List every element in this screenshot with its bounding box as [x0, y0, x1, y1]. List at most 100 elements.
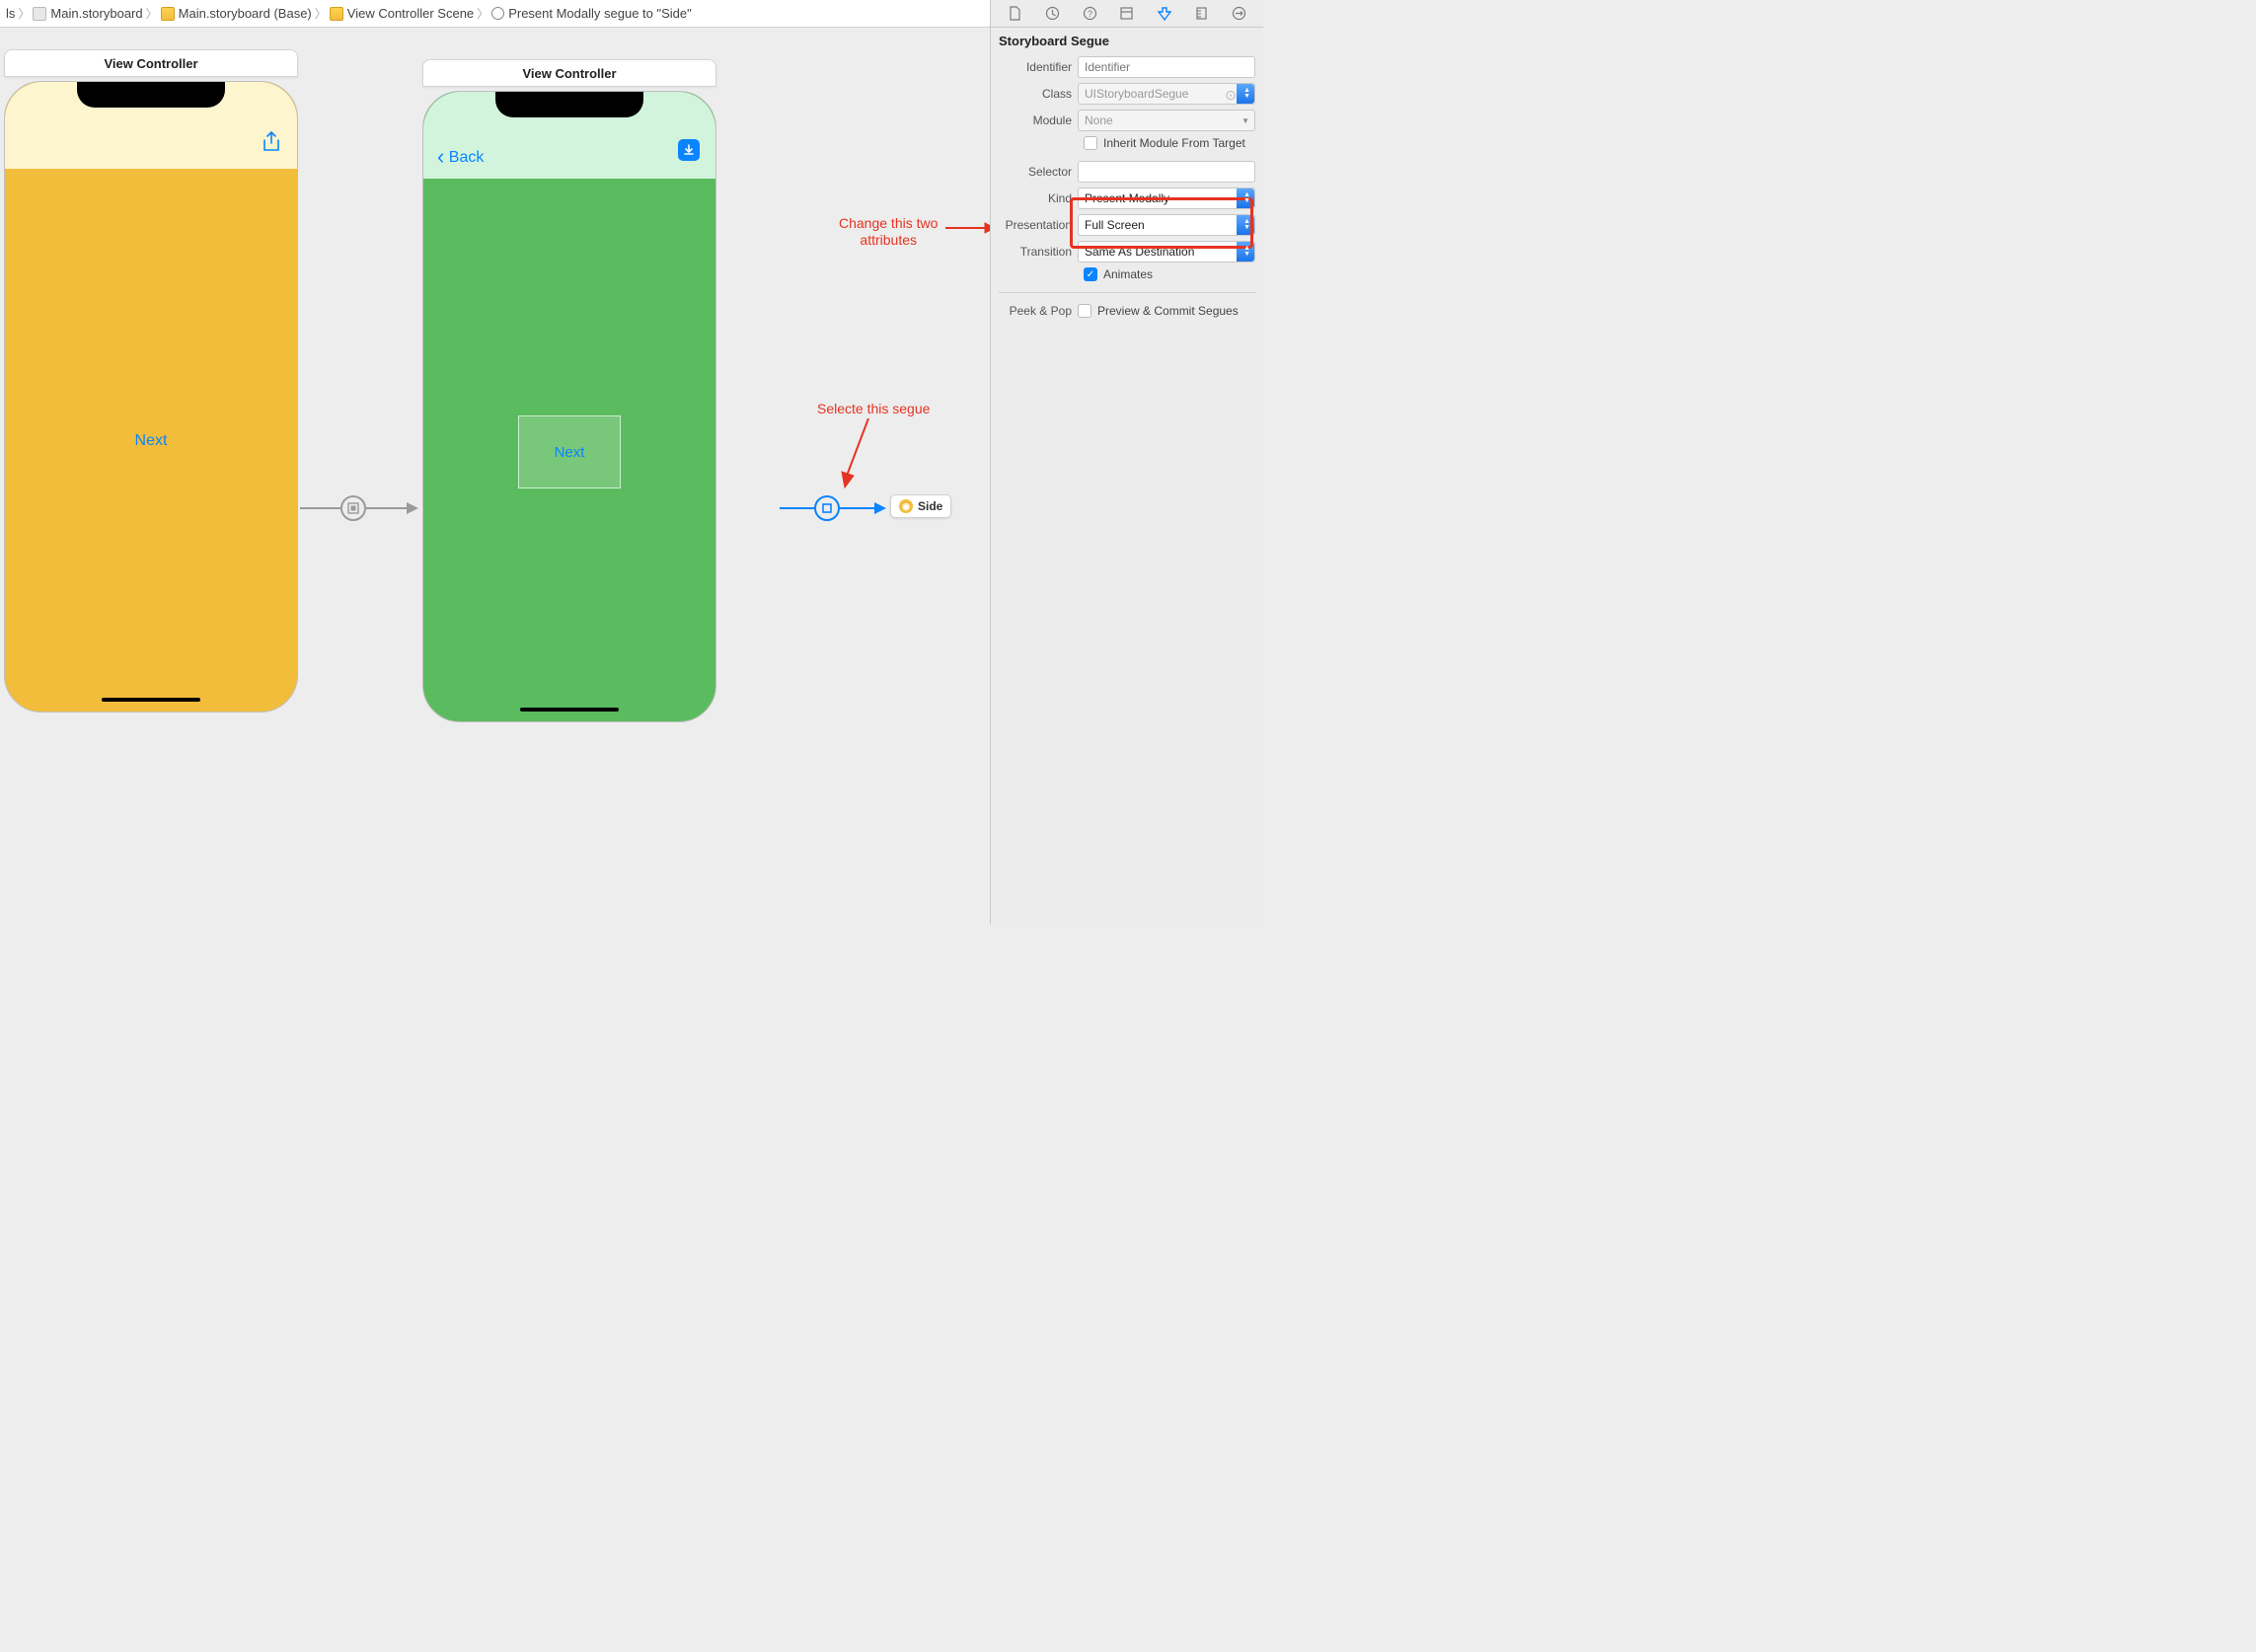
chevron-right-icon: 〉 [477, 5, 489, 22]
next-button[interactable]: Next [135, 432, 168, 450]
share-icon[interactable] [262, 131, 281, 159]
segue-kind-icon [814, 495, 840, 521]
kind-row: Kind Present Modally ▲▼ [999, 188, 1255, 209]
module-row: Module None ▼ [999, 110, 1255, 131]
scene-view-controller-2[interactable]: View Controller ‹ Back Next [422, 59, 716, 722]
checkbox-icon[interactable] [1078, 304, 1091, 318]
crumb-label: ls [6, 6, 15, 21]
presentation-dropdown[interactable]: Full Screen ▲▼ [1078, 214, 1255, 236]
arrowhead-icon [407, 502, 418, 514]
breadcrumb-item[interactable]: Main.storyboard [33, 6, 142, 21]
size-inspector-tab-icon[interactable] [1192, 5, 1210, 23]
class-row: Class UIStoryboardSegue ⊙ ▲▼ [999, 83, 1255, 105]
identifier-field[interactable] [1078, 56, 1255, 78]
animates-label: Animates [1103, 267, 1153, 281]
selector-field[interactable] [1078, 161, 1255, 183]
selector-row: Selector [999, 161, 1255, 183]
transition-dropdown[interactable]: Same As Destination ▲▼ [1078, 241, 1255, 263]
transition-value: Same As Destination [1085, 245, 1194, 259]
svg-text:?: ? [1088, 9, 1092, 19]
segue-kind-icon [340, 495, 366, 521]
scene-title[interactable]: View Controller [4, 49, 298, 77]
peekpop-label: Peek & Pop [999, 304, 1072, 318]
inspector-tabs: ? [991, 0, 1263, 28]
next-label: Next [555, 444, 585, 461]
checkbox-icon[interactable] [1084, 267, 1097, 281]
connections-inspector-tab-icon[interactable] [1230, 5, 1247, 23]
notch [495, 92, 643, 117]
annotation-arrow-icon [839, 418, 878, 489]
back-label: Back [449, 149, 485, 166]
back-button[interactable]: ‹ Back [437, 144, 484, 170]
annotation-select-segue: Selecte this segue [817, 401, 930, 417]
kind-value: Present Modally [1085, 191, 1169, 205]
breadcrumb-item[interactable]: View Controller Scene [330, 6, 474, 21]
module-label: Module [999, 113, 1072, 127]
segue-arrow-1[interactable] [300, 495, 418, 521]
class-field[interactable]: UIStoryboardSegue ⊙ ▲▼ [1078, 83, 1255, 105]
identifier-input[interactable] [1085, 60, 1248, 74]
section-title: Storyboard Segue [991, 28, 1263, 52]
inspector-panel: ? Storyboard Segue Identifier Class UISt… [990, 0, 1263, 925]
presentation-label: Presentation [999, 218, 1072, 232]
storyboard-file-icon [33, 7, 46, 21]
checkbox-icon[interactable] [1084, 136, 1097, 150]
crumb-label: Present Modally segue to "Side" [508, 6, 692, 21]
class-value: UIStoryboardSegue [1085, 87, 1188, 101]
chevron-right-icon: 〉 [315, 5, 327, 22]
download-icon[interactable] [678, 139, 700, 161]
breadcrumb-item[interactable]: ls [6, 6, 15, 21]
animates-row[interactable]: Animates [999, 267, 1255, 281]
inspector-body: Identifier Class UIStoryboardSegue ⊙ ▲▼ … [991, 52, 1263, 322]
home-indicator [102, 698, 200, 702]
container-view[interactable]: Next [518, 415, 621, 488]
module-value: None [1085, 113, 1113, 127]
transition-row: Transition Same As Destination ▲▼ [999, 241, 1255, 263]
arrowhead-icon [874, 502, 886, 514]
segue-icon [491, 7, 504, 20]
scene-reference-side[interactable]: ◉ Side [890, 494, 951, 518]
phone-mockup: ‹ Back Next [422, 91, 716, 722]
selector-label: Selector [999, 165, 1072, 179]
notch [77, 82, 225, 108]
home-indicator [520, 708, 619, 712]
attributes-inspector-tab-icon[interactable] [1156, 5, 1173, 23]
storyboard-ref-icon: ◉ [899, 499, 913, 513]
scene-view-controller-1[interactable]: View Controller Next [4, 49, 298, 713]
inherit-module-row[interactable]: Inherit Module From Target [999, 136, 1255, 150]
class-label: Class [999, 87, 1072, 101]
crumb-label: View Controller Scene [347, 6, 474, 21]
annotation-arrow-icon [945, 221, 990, 235]
annotation-change-attrs: Change this two attributes [839, 215, 938, 249]
transition-label: Transition [999, 245, 1072, 259]
breadcrumb-item[interactable]: Main.storyboard (Base) [161, 6, 312, 21]
module-field[interactable]: None ▼ [1078, 110, 1255, 131]
kind-dropdown[interactable]: Present Modally ▲▼ [1078, 188, 1255, 209]
presentation-row: Presentation Full Screen ▲▼ [999, 214, 1255, 236]
scene-title[interactable]: View Controller [422, 59, 716, 87]
history-inspector-tab-icon[interactable] [1044, 5, 1062, 23]
segue-arrow-selected[interactable] [780, 495, 886, 521]
chevron-right-icon: 〉 [18, 5, 30, 22]
selector-input[interactable] [1085, 165, 1248, 179]
storyboard-canvas[interactable]: View Controller Next View Controller ‹ [0, 28, 990, 925]
presentation-value: Full Screen [1085, 218, 1145, 232]
clear-icon[interactable]: ⊙ [1225, 87, 1237, 104]
breadcrumb-item[interactable]: Present Modally segue to "Side" [491, 6, 692, 21]
identity-inspector-tab-icon[interactable] [1118, 5, 1136, 23]
chevron-right-icon: 〉 [146, 5, 158, 22]
storyboard-base-icon [161, 7, 175, 21]
separator [999, 292, 1255, 293]
crumb-label: Main.storyboard (Base) [179, 6, 312, 21]
scene-icon [330, 7, 343, 21]
side-label: Side [918, 499, 942, 513]
identifier-label: Identifier [999, 60, 1072, 74]
crumb-label: Main.storyboard [50, 6, 142, 21]
identifier-row: Identifier [999, 56, 1255, 78]
file-inspector-tab-icon[interactable] [1007, 5, 1024, 23]
help-inspector-tab-icon[interactable]: ? [1081, 5, 1098, 23]
kind-label: Kind [999, 191, 1072, 205]
inherit-label: Inherit Module From Target [1103, 136, 1245, 150]
peekpop-row: Peek & Pop Preview & Commit Segues [999, 304, 1255, 318]
phone-mockup: Next [4, 81, 298, 713]
